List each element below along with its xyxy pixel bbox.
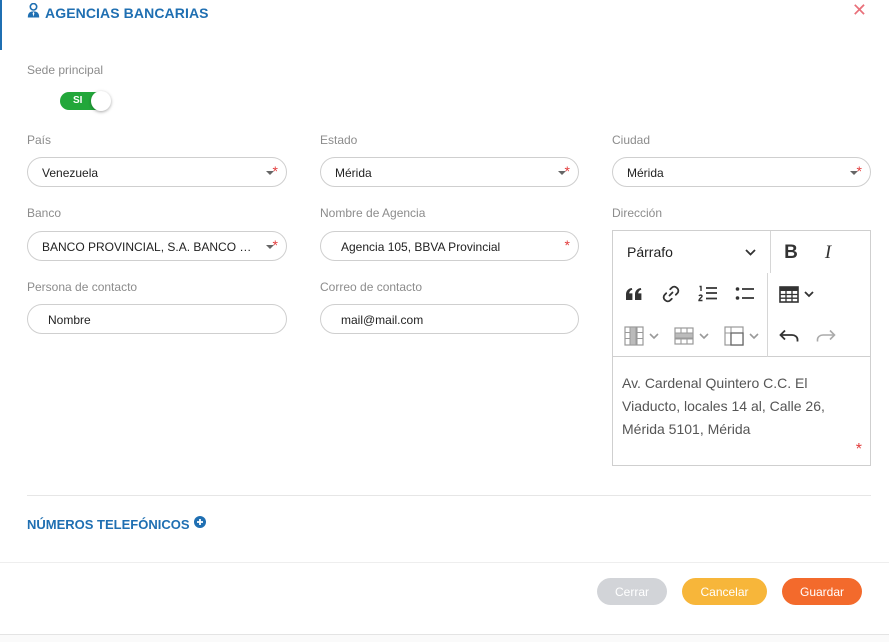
direccion-label: Dirección [612, 206, 663, 220]
quote-icon [626, 288, 642, 300]
guardar-label: Guardar [799, 584, 845, 599]
toggle-text: SI [73, 95, 83, 106]
blockquote-button[interactable] [621, 281, 647, 307]
chevron-down-icon [803, 290, 814, 297]
chevron-down-icon [698, 332, 709, 339]
estado-select[interactable]: Mérida * [320, 157, 579, 187]
bulleted-list-button[interactable] [732, 281, 758, 307]
footer-divider [0, 562, 889, 563]
required-mark: * [856, 163, 862, 179]
agencia-label: Nombre de Agencia [320, 206, 426, 220]
numbered-list-icon [698, 285, 717, 302]
editor-content[interactable]: Av. Cardenal Quintero C.C. El Viaducto, … [622, 372, 852, 441]
phones-section-title: NÚMEROS TELEFÓNICOS [27, 516, 190, 532]
undo-icon [779, 329, 799, 342]
italic-icon: I [824, 242, 832, 263]
banco-value: BANCO PROVINCIAL, S.A. BANCO UNIVERSAL [42, 240, 256, 254]
table-icon [778, 285, 799, 303]
chevron-down-icon [748, 332, 759, 339]
table-row-icon [673, 327, 694, 345]
toolbar-separator [767, 315, 768, 357]
ciudad-value: Mérida [627, 166, 664, 180]
estado-label: Estado [320, 133, 358, 147]
section-divider [27, 495, 871, 496]
table-column-icon [623, 326, 644, 346]
direccion-editor[interactable]: Párrafo B I Av. Cardenal Quintero C.C. E… [612, 230, 871, 466]
required-mark: * [564, 237, 570, 253]
toolbar-separator [770, 231, 771, 273]
contacto-input[interactable]: Nombre [27, 304, 287, 334]
dialog-left-accent [0, 0, 2, 50]
toolbar-separator [767, 273, 768, 315]
table-row-button[interactable] [671, 323, 711, 349]
agencia-value: Agencia 105, BBVA Provincial [341, 240, 501, 254]
banco-select[interactable]: BANCO PROVINCIAL, S.A. BANCO UNIVERSAL * [27, 231, 287, 261]
link-button[interactable] [658, 281, 684, 307]
merge-cells-icon [723, 326, 744, 346]
required-mark: * [272, 163, 278, 179]
pais-value: Venezuela [42, 166, 99, 180]
numbered-list-button[interactable] [695, 281, 721, 307]
ciudad-label: Ciudad [612, 133, 651, 147]
correo-value: mail@mail.com [341, 313, 424, 327]
bulleted-list-icon [735, 287, 754, 300]
correo-input[interactable]: mail@mail.com [320, 304, 579, 334]
required-mark: * [855, 441, 862, 458]
paragraph-style-label: Párrafo [627, 244, 673, 260]
plus-circle-icon [193, 515, 206, 533]
required-mark: * [272, 237, 278, 253]
bold-button[interactable]: B [778, 240, 804, 266]
bold-icon: B [784, 242, 798, 263]
table-column-button[interactable] [621, 323, 661, 349]
close-icon[interactable]: ✕ [852, 1, 867, 19]
correo-label: Correo de contacto [320, 280, 423, 294]
undo-button[interactable] [776, 323, 802, 349]
guardar-button[interactable]: Guardar [782, 578, 862, 605]
ciudad-select[interactable]: Mérida * [612, 157, 871, 187]
chevron-down-icon [648, 332, 659, 339]
contacto-value: Nombre [48, 313, 91, 327]
editor-toolbar: Párrafo B I [613, 231, 870, 357]
toggle-knob [91, 91, 111, 111]
redo-icon [816, 329, 836, 342]
paragraph-style-select[interactable]: Párrafo [613, 231, 770, 273]
agencia-input[interactable]: Agencia 105, BBVA Provincial * [320, 231, 579, 261]
merge-cells-button[interactable] [721, 323, 761, 349]
pais-select[interactable]: Venezuela * [27, 157, 287, 187]
link-icon [662, 285, 680, 303]
pais-label: País [27, 133, 52, 147]
cerrar-button[interactable]: Cerrar [597, 578, 667, 605]
cancelar-label: Cancelar [700, 584, 749, 599]
add-phone-numbers[interactable]: NÚMEROS TELEFÓNICOS [27, 515, 206, 533]
italic-button[interactable]: I [815, 240, 841, 266]
estado-value: Mérida [335, 166, 372, 180]
dialog-header: AGENCIAS BANCARIAS [27, 2, 209, 23]
contacto-label: Persona de contacto [27, 280, 138, 294]
cancelar-button[interactable]: Cancelar [682, 578, 767, 605]
banco-label: Banco [27, 206, 62, 220]
sede-principal-toggle[interactable]: SI [60, 91, 111, 111]
sede-principal-label: Sede principal [27, 63, 104, 77]
insert-table-button[interactable] [774, 281, 818, 307]
cerrar-label: Cerrar [614, 584, 649, 599]
redo-button[interactable] [813, 323, 839, 349]
dialog-bottom-edge [0, 634, 889, 642]
user-tie-icon [27, 2, 40, 23]
dialog-title: AGENCIAS BANCARIAS [45, 5, 209, 21]
chevron-down-icon [745, 249, 756, 256]
required-mark: * [564, 163, 570, 179]
